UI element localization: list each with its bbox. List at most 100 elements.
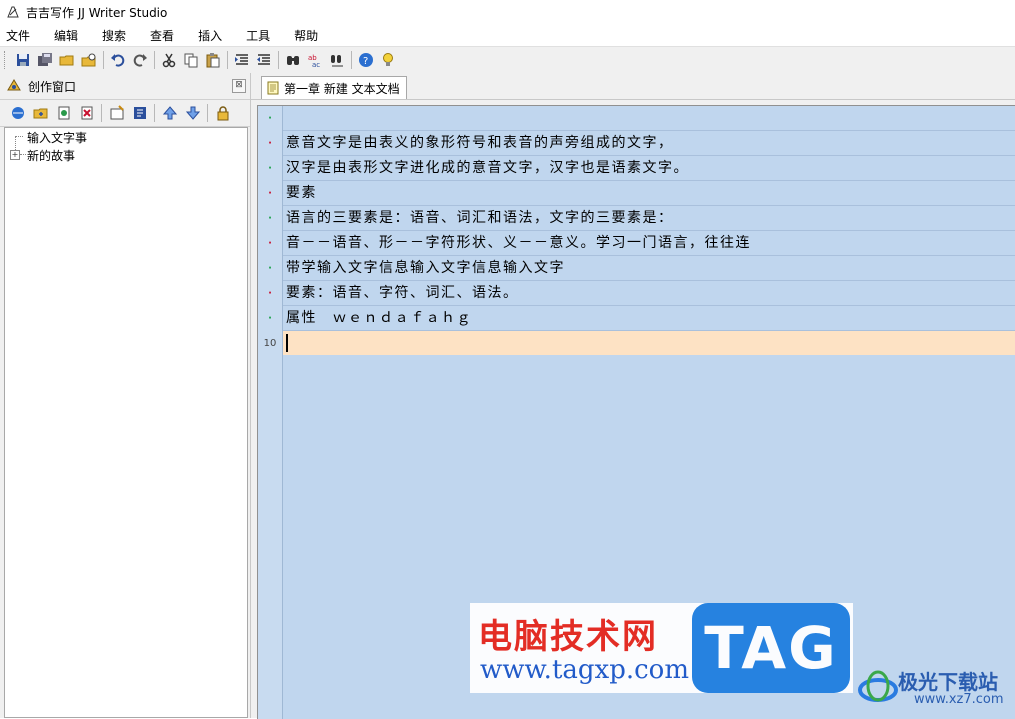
outdent-icon: [257, 54, 270, 65]
indent-button[interactable]: [231, 49, 253, 71]
menu-search[interactable]: 搜索: [102, 27, 126, 44]
window-title: 吉吉写作 JJ Writer Studio: [26, 5, 168, 20]
panel-toolbar: [0, 100, 250, 127]
document-tabs: 第一章 新建 文本文档: [251, 73, 1015, 100]
find-next-button[interactable]: [326, 49, 348, 71]
menu-bar: 文件 编辑 搜索 查看 插入 工具 帮助: [0, 24, 1015, 46]
swirl-logo-icon: [858, 670, 898, 702]
panel-header: 创作窗口 ⊠: [0, 73, 250, 100]
line-text: 意音文字是由表义的象形符号和表音的声旁组成的文字，: [286, 135, 674, 151]
watermark-url: www.tagxp.com: [480, 655, 689, 685]
toolbar-separator: [101, 104, 102, 122]
copy-icon: [184, 53, 198, 68]
properties-button[interactable]: [105, 102, 128, 124]
open-button[interactable]: [56, 49, 78, 71]
tip-icon: [383, 53, 393, 66]
find-icon: [287, 56, 299, 65]
notes-button[interactable]: [128, 102, 151, 124]
tree-item-label: 新的故事: [27, 148, 76, 163]
editor-line[interactable]: · 属性 ｗｅｎｄａｆａｈｇ: [258, 306, 1015, 331]
editor-line[interactable]: · 带学输入文字信息输入文字信息输入文字: [258, 256, 1015, 281]
svg-text:ac: ac: [312, 61, 320, 68]
editor-line[interactable]: · 汉字是由表形文字进化成的意音文字，汉字也是语素文字。: [258, 156, 1015, 181]
menu-help[interactable]: 帮助: [294, 27, 318, 44]
line-text: 汉字是由表形文字进化成的意音文字，汉字也是语素文字。: [286, 160, 689, 176]
watermark: 电脑技术网 www.tagxp.com TAG: [470, 603, 853, 693]
cut-button[interactable]: [158, 49, 180, 71]
tree-item-input-text[interactable]: 输入文字事: [27, 128, 87, 146]
line-text: 要素：语音、字符、词汇、语法。: [286, 285, 519, 301]
line-text: 语言的三要素是：语音、词汇和语法，文字的三要素是：: [286, 210, 674, 226]
move-up-icon: [162, 106, 177, 120]
toolbar-separator: [207, 104, 208, 122]
tip-button[interactable]: [377, 49, 399, 71]
save-all-button[interactable]: [34, 49, 56, 71]
line-marker: ·: [268, 163, 272, 174]
tree-expander[interactable]: +: [10, 150, 20, 160]
toolbar-separator: [103, 51, 104, 69]
line-marker: ·: [268, 213, 272, 224]
line-marker: ·: [268, 138, 272, 149]
line-text: 属性 ｗｅｎｄａｆａｈｇ: [286, 310, 472, 326]
open-icon: [59, 55, 74, 66]
tab-label: 第一章 新建 文本文档: [284, 81, 400, 96]
creation-window-panel: 创作窗口 ⊠ 输入文字事 + 新的故事: [0, 73, 251, 718]
line-text: 要素: [286, 185, 317, 201]
menu-insert[interactable]: 插入: [198, 27, 222, 44]
undo-button[interactable]: [107, 49, 129, 71]
editor-current-line[interactable]: 10: [258, 331, 1015, 356]
document-icon: [267, 81, 279, 95]
new-chapter-button[interactable]: [52, 102, 75, 124]
editor-line[interactable]: ·: [258, 106, 1015, 131]
delete-icon: [81, 106, 92, 120]
line-marker: ·: [268, 288, 272, 299]
save-icon: [17, 54, 29, 66]
delete-button[interactable]: [75, 102, 98, 124]
redo-button[interactable]: [129, 49, 151, 71]
line-text: 音－－语音、形－－字符形状、义－－意义。学习一门语言，往往连: [286, 235, 751, 251]
editor-line[interactable]: · 音－－语音、形－－字符形状、义－－意义。学习一门语言，往往连: [258, 231, 1015, 256]
toolbar-separator: [278, 51, 279, 69]
editor-line[interactable]: · 要素: [258, 181, 1015, 206]
panel-close-button[interactable]: ⊠: [232, 79, 246, 93]
toolbar-grip[interactable]: [4, 51, 8, 69]
tree-item-new-story[interactable]: 新的故事: [27, 146, 75, 164]
panel-title: 创作窗口: [28, 79, 77, 94]
editor-line[interactable]: · 要素：语音、字符、词汇、语法。: [258, 281, 1015, 306]
menu-view[interactable]: 查看: [150, 27, 174, 44]
new-book-button[interactable]: [6, 102, 29, 124]
editor-line[interactable]: · 意音文字是由表义的象形符号和表音的声旁组成的文字，: [258, 131, 1015, 156]
help-button[interactable]: ?: [355, 49, 377, 71]
outdent-button[interactable]: [253, 49, 275, 71]
find-next-icon: [331, 55, 343, 67]
paste-icon: [206, 53, 220, 68]
svg-text:?: ?: [363, 56, 368, 67]
move-down-button[interactable]: [181, 102, 204, 124]
tree-item-label: 输入文字事: [27, 130, 88, 145]
find-button[interactable]: [282, 49, 304, 71]
move-up-button[interactable]: [158, 102, 181, 124]
indent-icon: [235, 54, 248, 65]
story-tree[interactable]: 输入文字事 + 新的故事: [4, 127, 248, 718]
close-file-icon: [81, 53, 96, 67]
line-marker: ·: [268, 238, 272, 249]
close-file-button[interactable]: [78, 49, 100, 71]
paste-button[interactable]: [202, 49, 224, 71]
new-folder-button[interactable]: [29, 102, 52, 124]
menu-edit[interactable]: 编辑: [54, 27, 78, 44]
copy-button[interactable]: [180, 49, 202, 71]
editor-line[interactable]: · 语言的三要素是：语音、词汇和语法，文字的三要素是：: [258, 206, 1015, 231]
line-marker: ·: [268, 113, 272, 124]
help-icon: ?: [359, 53, 373, 67]
replace-button[interactable]: ab ac: [304, 49, 326, 71]
lock-button[interactable]: [211, 102, 234, 124]
notes-icon: [133, 107, 146, 119]
download-site-logo: 极光下载站 www.xz7.com: [856, 660, 1015, 718]
main-toolbar: ab ac ?: [0, 46, 1015, 74]
menu-tools[interactable]: 工具: [246, 27, 270, 44]
tab-chapter-one[interactable]: 第一章 新建 文本文档: [261, 76, 407, 99]
app-logo-icon: [7, 6, 19, 18]
new-folder-icon: [33, 108, 47, 119]
save-button[interactable]: [12, 49, 34, 71]
menu-file[interactable]: 文件: [6, 27, 30, 44]
